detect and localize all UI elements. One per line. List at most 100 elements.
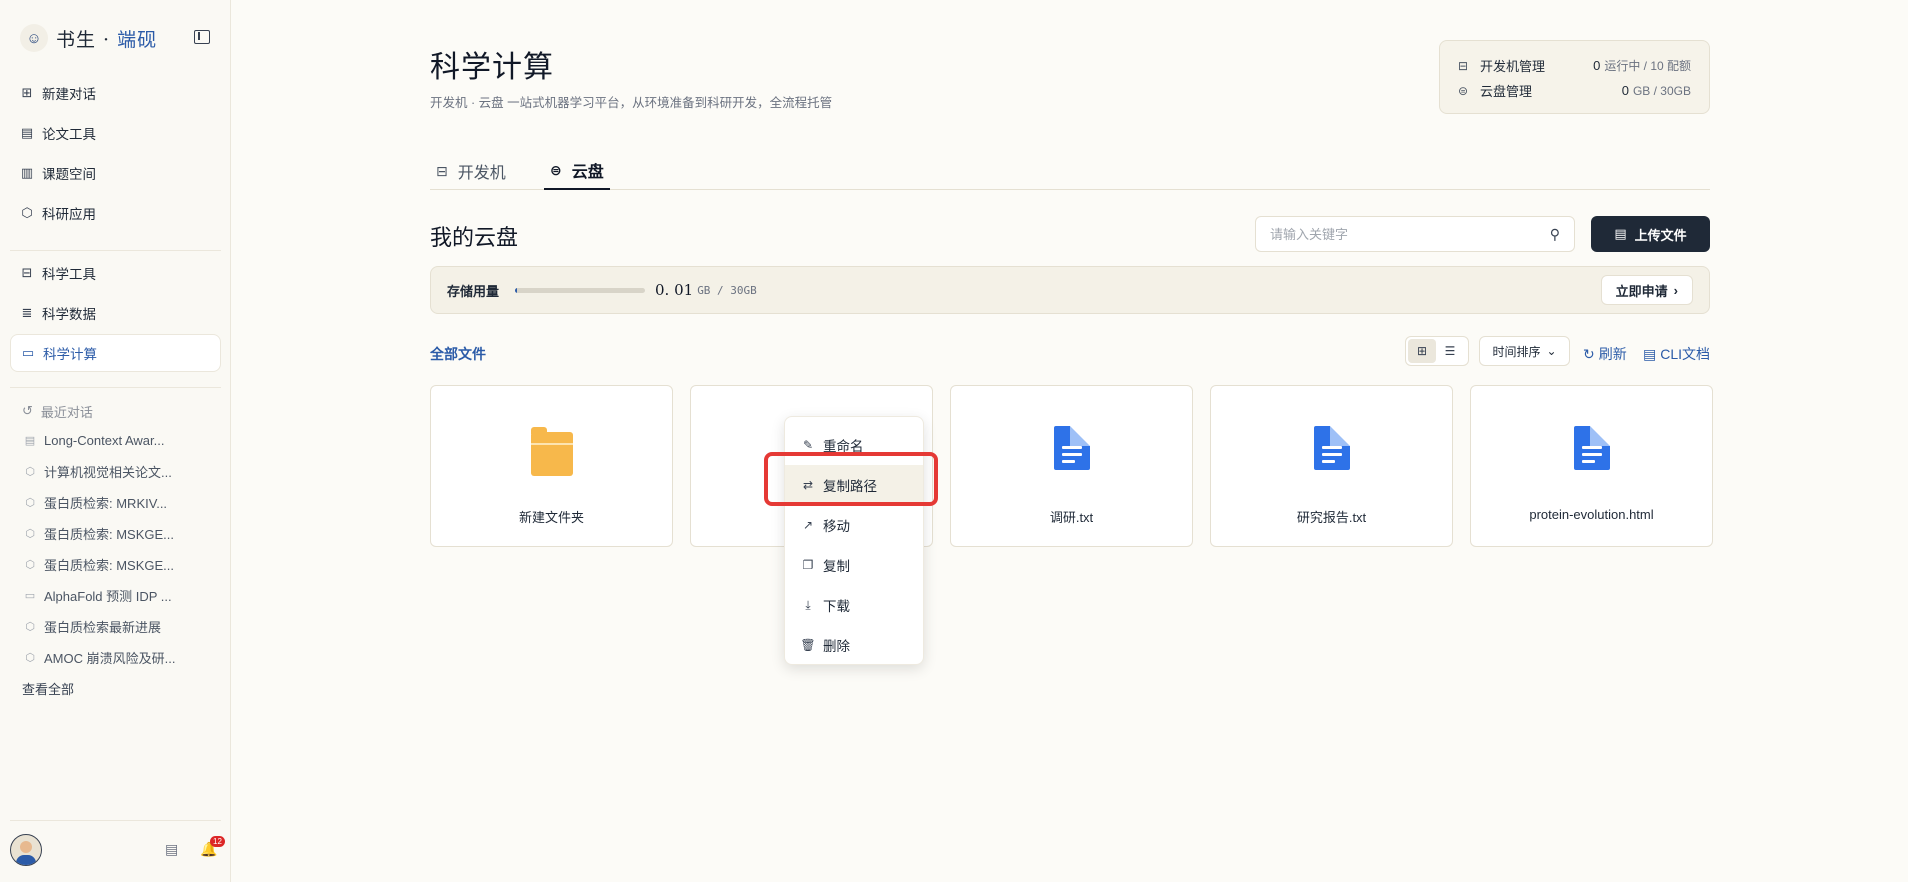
file-card[interactable]: 新建文件夹 (430, 385, 673, 547)
context-menu: ✎ 重命名 ⇄ 复制路径 ↗ 移动 ❐ 复制 ⤓ 下载 🗑 删除 (784, 416, 924, 665)
view-toggle: ⊞ ☰ (1405, 336, 1469, 366)
list-item[interactable]: ⬡ 计算机视觉相关论文... (10, 456, 221, 487)
menu-item-download[interactable]: ⤓ 下载 (785, 585, 923, 625)
cli-docs-link[interactable]: ▤ CLI文档 (1643, 344, 1710, 364)
sidebar-item-label: 论文工具 (42, 127, 96, 142)
search-input[interactable] (1270, 226, 1550, 242)
conversation-icon: ▤ (24, 435, 36, 447)
sidebar-item-monitor[interactable]: ▭ 科学计算 (10, 334, 221, 372)
file-name: 调研.txt (1049, 510, 1094, 525)
view-all-link[interactable]: 查看全部 (10, 673, 221, 703)
devbox-stat[interactable]: ⊟ 开发机管理 0 运行中 / 10 配额 (1458, 53, 1691, 78)
sidebar-item-database[interactable]: ≣ 科学数据 (10, 294, 221, 332)
edit-icon: ✎ (802, 438, 814, 452)
collapse-sidebar-icon[interactable] (194, 30, 210, 44)
document-icon (1314, 426, 1350, 470)
conversation-icon: ⬡ (25, 497, 35, 509)
chevron-right-icon: › (1673, 282, 1678, 298)
file-card[interactable]: protein-evolution.html (1470, 385, 1713, 547)
file-name: 研究报告.txt (1296, 510, 1367, 525)
list-item[interactable]: ⬡ 蛋白质检索最新进展 (10, 611, 221, 642)
refresh-icon: ↻ (1583, 345, 1595, 362)
nav-divider (10, 387, 221, 388)
history-icon: ↺ (22, 403, 33, 418)
page-title: 科学计算 (430, 50, 554, 85)
avatar[interactable] (10, 834, 42, 866)
chevron-down-icon: ⌄ (1546, 344, 1557, 358)
copy-icon: ❐ (802, 558, 814, 572)
search-icon[interactable]: ⚲ (1550, 226, 1560, 243)
plus-square-icon: ⊞ (21, 85, 33, 100)
menu-item-trash[interactable]: 🗑 删除 (785, 625, 923, 665)
list-item[interactable]: ▭ AlphaFold 预测 IDP ... (10, 580, 221, 611)
books-icon: ▥ (20, 165, 34, 180)
apply-now-button[interactable]: 立即申请 › (1600, 275, 1693, 305)
storage-total: GB / 30GB (697, 283, 757, 297)
recent-header: ↺ 最近对话 (22, 403, 93, 420)
list-item[interactable]: ⬡ 蛋白质检索: MSKGE... (10, 549, 221, 580)
nav-divider (10, 250, 221, 251)
disk-icon: ⊜ (1458, 83, 1469, 98)
folder-icon (531, 427, 573, 476)
sidebar-item-label: 课题空间 (42, 167, 96, 182)
download-icon: ⤓ (805, 597, 811, 612)
tab-cloud-disk[interactable]: ⊜ 云盘 (544, 152, 610, 190)
refresh-button[interactable]: ↻ 刷新 (1583, 344, 1627, 364)
document-icon[interactable]: ▤ (165, 841, 178, 858)
all-files-breadcrumb[interactable]: 全部文件 (430, 344, 486, 364)
list-item[interactable]: ▤ Long-Context Awar... (10, 425, 221, 456)
conversation-icon: ⬡ (25, 466, 35, 478)
list-item[interactable]: ⬡ 蛋白质检索: MRKIV... (10, 487, 221, 518)
notification-badge: 12 (210, 836, 225, 847)
paper-icon: ▤ (20, 125, 34, 140)
menu-item-path[interactable]: ⇄ 复制路径 (785, 465, 923, 505)
disk-icon: ⊜ (550, 161, 562, 178)
section-title: 我的云盘 (430, 226, 519, 251)
storage-used: 0. 01 (655, 281, 694, 299)
list-item[interactable]: ⬡ 蛋白质检索: MSKGE... (10, 518, 221, 549)
file-card[interactable]: 研究报告.txt (1210, 385, 1453, 547)
upload-button[interactable]: ▤ 上传文件 (1591, 216, 1710, 252)
document-icon (1054, 426, 1090, 470)
tab-bar: ⊟ 开发机 ⊜ 云盘 (430, 144, 1710, 190)
conversation-icon: ⬡ (25, 621, 35, 633)
trash-icon: 🗑 (800, 638, 816, 652)
page-subtitle: 开发机 · 云盘 一站式机器学习平台，从环境准备到科研开发，全流程托管 (430, 96, 833, 110)
nav-primary: ⊞ 新建对话 ▤ 论文工具 ▥ 课题空间 ⬡ 科研应用 (10, 74, 221, 234)
sidebar-item-books[interactable]: ▥ 课题空间 (10, 154, 221, 192)
document-icon: ▤ (1643, 345, 1657, 362)
path-icon: ⇄ (802, 478, 814, 492)
list-view-icon[interactable]: ☰ (1436, 339, 1464, 363)
arrow-up-right-icon: ↗ (802, 518, 814, 532)
sidebar: ☺ 书生 · 端砚 ⊞ 新建对话 ▤ 论文工具 ▥ 课题空间 ⬡ 科研应用 ⊟ 科学工具 ≣ 科学数… (0, 0, 231, 882)
brand-name: 书生 · 端砚 (56, 28, 158, 51)
brand-logo[interactable]: ☺ 书生 · 端砚 (20, 24, 157, 52)
file-card[interactable]: 调研.txt (950, 385, 1193, 547)
sort-dropdown[interactable]: 时间排序 ⌄ (1479, 336, 1570, 366)
sidebar-item-tool[interactable]: ⊟ 科学工具 (10, 254, 221, 292)
grid-view-icon[interactable]: ⊞ (1408, 339, 1436, 363)
nav-secondary: ⊟ 科学工具 ≣ 科学数据 ▭ 科学计算 (10, 254, 221, 374)
menu-item-edit[interactable]: ✎ 重命名 (785, 425, 923, 465)
search-box[interactable]: ⚲ (1255, 216, 1575, 252)
sidebar-item-plus-square[interactable]: ⊞ 新建对话 (10, 74, 221, 112)
file-name: protein-evolution.html (1529, 507, 1654, 522)
storage-progress (515, 287, 646, 293)
hexagon-icon: ⬡ (21, 205, 33, 220)
sidebar-item-label: 科研应用 (42, 207, 96, 222)
list-item[interactable]: ⬡ AMOC 崩溃风险及研... (10, 642, 221, 673)
sidebar-footer: ▤ 🔔 12 (10, 820, 225, 866)
disk-stat[interactable]: ⊜ 云盘管理 0 GB / 30GB (1458, 78, 1691, 103)
resource-stats-card: ⊟ 开发机管理 0 运行中 / 10 配额 ⊜ 云盘管理 0 GB / 30GB (1439, 40, 1710, 114)
tool-icon: ⊟ (21, 265, 33, 280)
recent-conversations: ↺ 最近对话 ▤ Long-Context Awar... ⬡ 计算机视觉相关论文...… (10, 397, 221, 703)
document-icon (1574, 426, 1610, 470)
sidebar-item-paper[interactable]: ▤ 论文工具 (10, 114, 221, 152)
sidebar-item-label: 新建对话 (42, 87, 96, 102)
menu-item-copy[interactable]: ❐ 复制 (785, 545, 923, 585)
upload-file-icon: ▤ (1614, 226, 1627, 241)
menu-item-arrow-up-right[interactable]: ↗ 移动 (785, 505, 923, 545)
sidebar-item-hexagon[interactable]: ⬡ 科研应用 (10, 194, 221, 232)
storage-usage-bar: 存储用量 0. 01 GB / 30GB 立即申请 › (430, 266, 1710, 314)
tab-devbox[interactable]: ⊟ 开发机 (430, 152, 512, 190)
